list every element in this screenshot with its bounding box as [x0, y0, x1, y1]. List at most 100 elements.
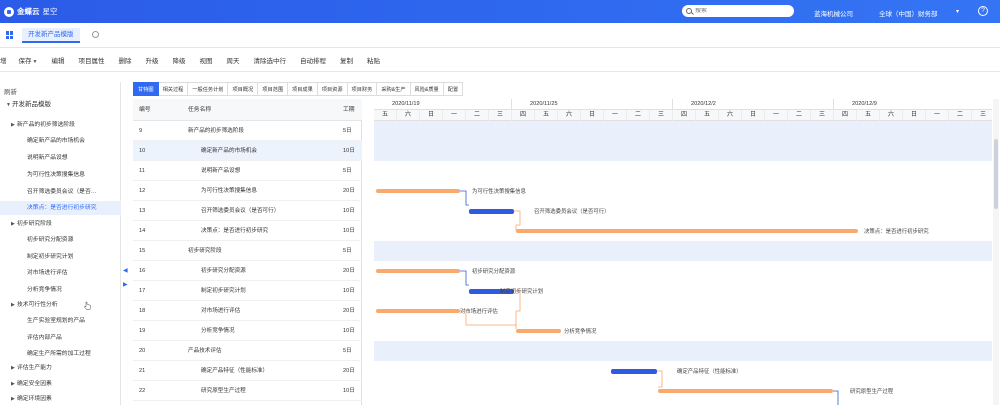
- table-row[interactable]: 15 初步研究阶段 5日: [133, 241, 362, 261]
- view-tab[interactable]: 项目概况: [228, 82, 259, 96]
- toolbar-button-1[interactable]: 保存▼: [19, 55, 38, 65]
- tree-item[interactable]: ▶ 评估生产能力: [0, 361, 121, 375]
- toolbar-button-9[interactable]: 清除选中行: [253, 55, 286, 65]
- toolbar-button-2[interactable]: 编辑: [51, 55, 64, 65]
- table-row[interactable]: 22 研究原型生产过程 10日: [133, 381, 362, 401]
- tree-item[interactable]: 评估内部产品: [0, 331, 121, 345]
- search-input[interactable]: [695, 8, 785, 14]
- table-row[interactable]: 18 对市场进行评估 20日: [133, 301, 362, 321]
- col-header-name[interactable]: 任务名称: [188, 99, 211, 121]
- app-logo[interactable]: 金蝶云 星空: [4, 5, 58, 18]
- tree-item[interactable]: 为可行性决策搜集信息: [0, 168, 121, 182]
- tree-item[interactable]: 召开筛选委员会议（是否…: [0, 185, 121, 199]
- org-selector[interactable]: 全球（中国）财务部: [879, 8, 938, 18]
- dependency-link: [514, 290, 521, 327]
- cell-duration: 5日: [343, 168, 352, 174]
- tree-item[interactable]: 确定生产所需的加工过程: [0, 347, 121, 361]
- view-tab[interactable]: 风险&质量: [410, 82, 444, 96]
- cell-name: 分析竞争情况: [201, 328, 235, 334]
- gantt-day-label: 五: [696, 110, 719, 121]
- view-tab[interactable]: 相关过程: [158, 82, 189, 96]
- col-header-duration[interactable]: 工期: [343, 99, 355, 121]
- col-header-no[interactable]: 编号: [139, 99, 151, 121]
- search-icon: [686, 8, 692, 14]
- table-row[interactable]: 9 新产品的初步筛选阶段 5日: [133, 121, 362, 141]
- app-grid-icon[interactable]: [6, 31, 14, 39]
- view-tab[interactable]: 项目范围: [258, 82, 289, 96]
- company-name[interactable]: 蓝海机械公司: [814, 8, 853, 18]
- tree-item[interactable]: 对市场进行评估: [0, 266, 121, 280]
- toolbar-button-label: 自动排程: [299, 57, 326, 65]
- table-row[interactable]: 17 制定初步研究计划 10日: [133, 281, 362, 301]
- toolbar-button-7[interactable]: 视图: [199, 55, 212, 65]
- toolbar-button-4[interactable]: 删除: [118, 55, 131, 65]
- cell-no: 15: [139, 248, 146, 254]
- cell-no: 9: [139, 128, 143, 134]
- table-row[interactable]: 21 确定产品特征（性能标准） 20日: [133, 361, 362, 381]
- view-tab[interactable]: 采购&生产: [377, 82, 411, 96]
- refresh-link[interactable]: 刷新: [4, 86, 17, 96]
- scroll-thumb[interactable]: [994, 139, 998, 209]
- collapse-left-icon[interactable]: ◀: [123, 267, 128, 274]
- view-tab[interactable]: 项目资源: [317, 82, 348, 96]
- tree-item-label: 决策点：是否进行初步研究: [27, 205, 97, 211]
- toolbar-button-10[interactable]: 自动排程: [300, 55, 326, 65]
- global-search[interactable]: [682, 5, 794, 17]
- table-row[interactable]: 16 初步研究分配资源 20日: [133, 261, 362, 281]
- toolbar-button-0[interactable]: 增: [0, 55, 7, 65]
- toolbar-button-label: 保存: [18, 57, 32, 65]
- toolbar-button-6[interactable]: 降级: [172, 55, 185, 65]
- gantt-day-label: 日: [581, 110, 604, 121]
- tree-item-label: 确定环境因素: [17, 396, 52, 402]
- toolbar: 增 保存▼ 编辑 项目属性 删除 升级 降级 视图 周天 清除选中行 自动排程 复制 粘贴: [0, 48, 1000, 72]
- view-tab[interactable]: 配置: [443, 82, 464, 96]
- tree-item[interactable]: 说明新产品设想: [0, 151, 121, 165]
- tree-item[interactable]: ▶ 确定安全因素: [0, 377, 121, 391]
- tree-item[interactable]: 分析竞争情况: [0, 283, 121, 297]
- tree-item[interactable]: 制定初步研究计划: [0, 250, 121, 264]
- view-tab[interactable]: 一般任务计划: [188, 82, 229, 96]
- gantt-day-label: 六: [397, 110, 420, 121]
- gantt-day-label: 日: [903, 110, 926, 121]
- toolbar-button-3[interactable]: 项目属性: [78, 55, 104, 65]
- toolbar-button-11[interactable]: 复制: [340, 55, 353, 65]
- table-row[interactable]: 13 召开筛选委员会议（是否可行） 10日: [133, 201, 362, 221]
- expand-right-icon[interactable]: ▶: [123, 281, 128, 288]
- table-row[interactable]: 12 为可行性决策搜集信息 20日: [133, 181, 362, 201]
- table-row[interactable]: 10 确定新产品的市场机会 10日: [133, 141, 362, 161]
- help-icon[interactable]: ?: [978, 6, 988, 16]
- chevron-down-icon[interactable]: ▾: [956, 8, 959, 15]
- cell-duration: 5日: [343, 128, 352, 134]
- toolbar-button-5[interactable]: 升级: [145, 55, 158, 65]
- tree-item[interactable]: ▶ 技术可行性分析: [0, 298, 121, 312]
- table-row[interactable]: 19 分析竞争情况 10日: [133, 321, 362, 341]
- tree-item[interactable]: 确定新产品的市场机会: [0, 134, 121, 148]
- tree-item-label: 开发新品模版: [12, 101, 51, 108]
- table-row[interactable]: 11 说明新产品设想 5日: [133, 161, 362, 181]
- cell-duration: 10日: [343, 388, 355, 394]
- tree-item[interactable]: 生产实验室规划的产品: [0, 314, 121, 328]
- tree-item-label: 技术可行性分析: [17, 302, 58, 308]
- vertical-scrollbar[interactable]: [993, 99, 999, 405]
- table-row[interactable]: 14 决策点：是否进行初步研究 10日: [133, 221, 362, 241]
- cell-no: 13: [139, 208, 146, 214]
- tree-item[interactable]: 初步研究分配资源: [0, 233, 121, 247]
- tree-item[interactable]: ▶ 初步研究阶段: [0, 217, 121, 231]
- view-tab[interactable]: 甘特图: [133, 82, 159, 96]
- tree-item[interactable]: 决策点：是否进行初步研究: [0, 201, 121, 215]
- toolbar-button-12[interactable]: 粘贴: [367, 55, 380, 65]
- view-tab[interactable]: 项目成果: [288, 82, 318, 96]
- table-row[interactable]: 20 产品技术评估 5日: [133, 341, 362, 361]
- tree-item-label: 确定生产所需的加工过程: [27, 351, 91, 357]
- tree-item[interactable]: ▶ 新产品的初步筛选阶段: [0, 118, 121, 132]
- view-tab[interactable]: 项目财务: [347, 82, 378, 96]
- tree-item[interactable]: ▶ 确定环境因素: [0, 392, 121, 405]
- dependency-link: [460, 310, 517, 329]
- tree-item[interactable]: ▼开发新品模版: [0, 98, 121, 112]
- toolbar-button-8[interactable]: 周天: [226, 55, 239, 65]
- gear-icon[interactable]: [92, 31, 99, 38]
- gantt-day-label: 一: [443, 110, 466, 121]
- tab-dev-template[interactable]: 开发新产品模版: [22, 28, 80, 43]
- cell-name: 决策点：是否进行初步研究: [201, 228, 269, 234]
- caret-down-icon[interactable]: ▼: [33, 59, 38, 65]
